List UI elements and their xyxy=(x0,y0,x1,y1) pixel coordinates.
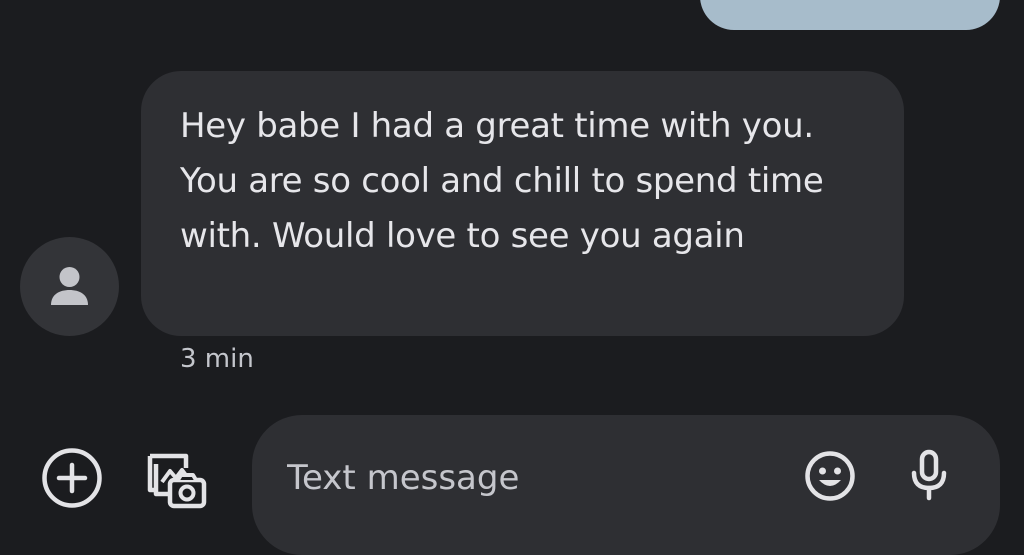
text-message-input[interactable] xyxy=(287,453,767,503)
microphone-icon xyxy=(911,449,947,501)
gallery-button[interactable] xyxy=(144,444,210,510)
compose-field[interactable] xyxy=(252,415,1000,555)
message-timestamp: 3 min xyxy=(180,344,254,374)
emoji-button[interactable] xyxy=(802,448,858,504)
microphone-button[interactable] xyxy=(902,447,956,503)
message-text: Hey babe I had a great time with you. Yo… xyxy=(180,106,824,256)
gallery-camera-icon xyxy=(147,453,207,509)
add-attachment-button[interactable] xyxy=(41,447,103,509)
plus-circle-icon xyxy=(42,448,102,508)
contact-avatar[interactable] xyxy=(20,237,119,336)
outgoing-message-bubble[interactable] xyxy=(700,0,1000,30)
emoji-icon xyxy=(805,451,855,501)
incoming-message-bubble[interactable]: Hey babe I had a great time with you. Yo… xyxy=(141,71,904,336)
person-icon xyxy=(51,267,88,305)
